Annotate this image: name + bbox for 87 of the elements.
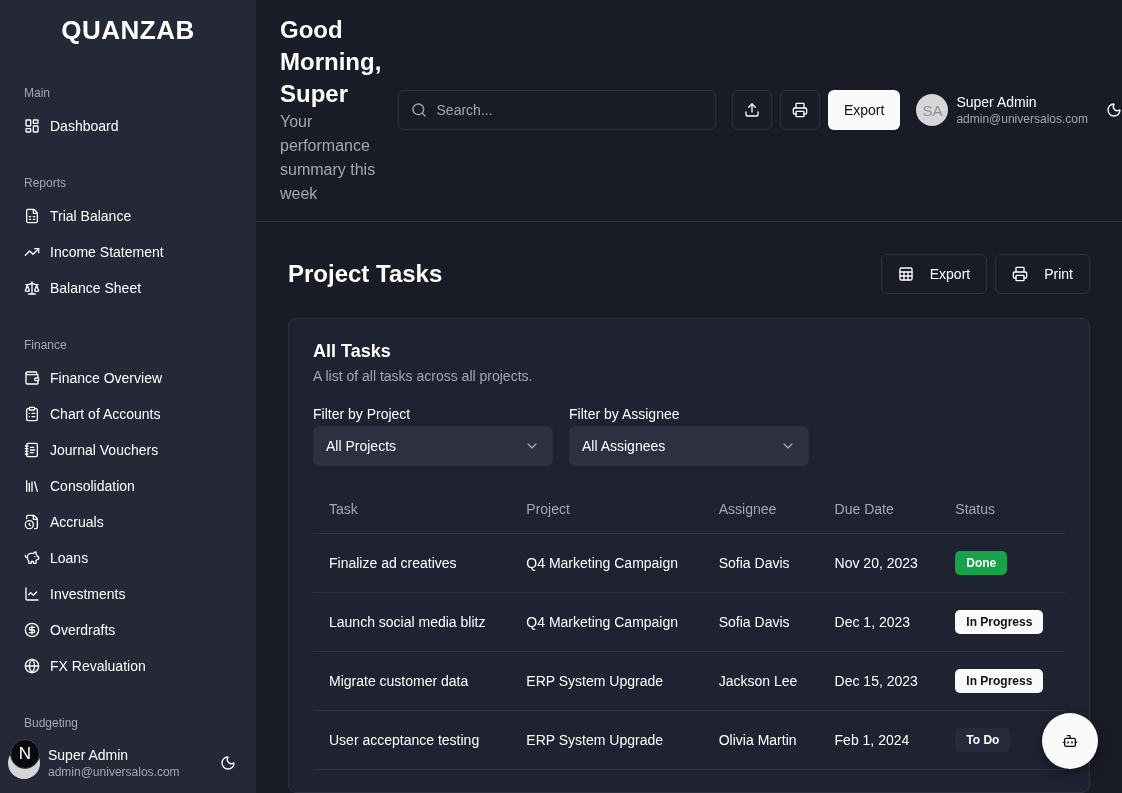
moon-icon [220, 755, 236, 771]
action-button[interactable]: Print [995, 253, 1090, 294]
print-icon [1012, 265, 1029, 282]
search-icon [410, 102, 427, 119]
user-email: admin@universalos.com [956, 112, 1088, 127]
search-bar[interactable]: Search... [397, 90, 717, 131]
table-cell: Olivia Martin [702, 710, 819, 770]
print-button[interactable] [780, 90, 820, 131]
search-input[interactable]: Search... [434, 101, 704, 120]
filter-select[interactable]: All Assignees [569, 425, 809, 466]
table-cell: Finalize ad creatives [313, 533, 511, 593]
piggy-bank-icon [24, 550, 40, 566]
table-cell: Q4 Marketing Campaign [510, 592, 703, 652]
table-cell: ERP System Upgrade [510, 651, 703, 711]
status-badge: Done [955, 551, 1008, 575]
table-cell: Sofia Davis [702, 592, 819, 652]
greeting-title: Good Morning, Super [280, 15, 382, 110]
print-icon [792, 102, 808, 119]
status-badge: In Progress [955, 669, 1044, 693]
logo: QUANZAB [60, 14, 196, 47]
sidebar-item[interactable]: Investments [24, 576, 232, 612]
column-header: Status [939, 485, 1065, 534]
table-cell: Sofia Davis [702, 533, 819, 593]
user-name: Super Admin [956, 94, 1038, 111]
spreadsheet-icon [24, 208, 40, 224]
sidebar-item[interactable]: Chart of Accounts [24, 396, 232, 432]
sidebar-item[interactable]: Finance Overview [24, 360, 232, 396]
column-header: Due Date [818, 485, 940, 534]
table-cell: Dec 15, 2023 [818, 651, 940, 711]
sidebar-item[interactable]: Journal Vouchers [24, 432, 232, 468]
action-button[interactable]: Export [880, 253, 988, 294]
page-title: Project Tasks [288, 259, 443, 288]
section-title: Budgeting [24, 716, 80, 730]
table-cell: Q4 Marketing Campaign [510, 533, 703, 593]
sidebar-item[interactable]: FX Revaluation [24, 648, 232, 684]
sidebar-item[interactable]: Consolidation [24, 468, 232, 504]
upload-icon [744, 102, 761, 119]
scale-icon [24, 280, 40, 296]
filter-label: Filter by Project [313, 405, 412, 422]
table-cell: Migrate customer data [313, 651, 511, 711]
table-cell: Nov 20, 2023 [818, 533, 940, 593]
status-badge: In Progress [955, 610, 1044, 634]
column-header: Task [313, 485, 511, 534]
sidebar-item[interactable]: Overdrafts [24, 612, 232, 648]
sidebar-item[interactable]: Trial Balance [24, 198, 232, 234]
theme-toggle[interactable] [220, 755, 236, 771]
filter-label: Filter by Assignee [569, 405, 681, 422]
notebook-icon [24, 442, 40, 458]
table-cell: Feb 1, 2024 [818, 710, 940, 770]
sidebar-item[interactable]: Balance Sheet [24, 270, 232, 306]
bot-icon [1062, 733, 1078, 749]
dashboard-icon [24, 118, 40, 134]
share-button[interactable] [732, 90, 773, 131]
column-header: Assignee [702, 485, 819, 534]
card-description: A list of all tasks across all projects. [313, 367, 534, 384]
card-title: All Tasks [313, 340, 392, 362]
section-title: Reports [24, 176, 68, 190]
table-cell: Dec 1, 2023 [818, 592, 940, 652]
line-chart-icon [24, 586, 40, 602]
globe-icon [24, 658, 40, 674]
file-clock-icon [24, 514, 40, 530]
filter-select[interactable]: All Projects [313, 425, 553, 466]
section-title: Finance [24, 338, 68, 352]
status-badge: To Do [955, 728, 1011, 752]
sidebar-item[interactable]: Dashboard [24, 108, 232, 144]
table-cell: User acceptance testing [313, 710, 511, 770]
user-email: admin@universalos.com [48, 765, 181, 779]
dollar-icon [24, 622, 40, 638]
avatar: SA [916, 94, 949, 127]
sidebar-item[interactable]: Accruals [24, 504, 232, 540]
sidebar-item[interactable]: Income Statement [24, 234, 232, 270]
table-icon [897, 265, 914, 282]
table-cell: Launch social media blitz [313, 592, 511, 652]
table-cell: ERP System Upgrade [510, 710, 703, 770]
wallet-icon [24, 370, 40, 386]
clipboard-icon [24, 406, 40, 422]
library-icon [24, 478, 40, 494]
dev-indicator[interactable]: N [10, 739, 40, 769]
section-title: Main [24, 86, 51, 100]
table-cell: Jackson Lee [702, 651, 819, 711]
user-name: Super Admin [48, 747, 130, 763]
column-header: Project [510, 485, 703, 534]
theme-toggle[interactable] [1106, 102, 1122, 119]
export-button[interactable]: Export [827, 90, 901, 131]
greeting-subtitle: Your performance summary this week [280, 112, 377, 205]
sidebar-item[interactable]: Loans [24, 540, 232, 576]
moon-icon [1106, 102, 1122, 119]
